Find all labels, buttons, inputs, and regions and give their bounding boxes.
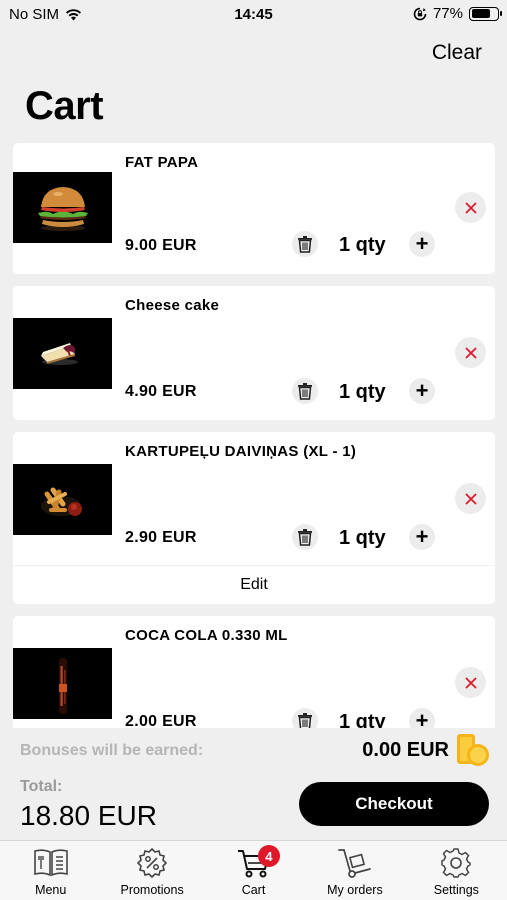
item-quantity: 1 qty <box>339 711 386 728</box>
tab-label: Menu <box>35 883 67 897</box>
cart-list[interactable]: FAT PAPA 9.00 EUR 1 qty + Cheese cake 4.… <box>0 143 507 728</box>
coins-icon <box>457 734 489 766</box>
item-quantity: 1 qty <box>339 381 386 403</box>
increase-quantity-button[interactable]: + <box>409 231 435 257</box>
increase-quantity-button[interactable]: + <box>409 524 435 550</box>
burger-photo <box>13 172 112 243</box>
trash-icon <box>298 713 312 728</box>
checkout-button[interactable]: Checkout <box>299 782 489 826</box>
increase-quantity-button[interactable]: + <box>409 708 435 728</box>
tab-label: My orders <box>327 883 383 897</box>
item-price: 4.90 EUR <box>125 383 197 400</box>
tab-cart[interactable]: 4 Cart <box>203 841 304 900</box>
item-name: Cheese cake <box>125 297 220 314</box>
delete-button[interactable] <box>292 524 318 550</box>
delete-button[interactable] <box>292 708 318 728</box>
cart-item: FAT PAPA 9.00 EUR 1 qty + <box>13 143 495 274</box>
status-right: 77% <box>413 5 502 22</box>
item-name: COCA COLA 0.330 ML <box>125 627 288 644</box>
tab-bar: Menu Promotions 4 Cart My orders Setting… <box>0 840 507 900</box>
plus-icon: + <box>415 231 429 256</box>
remove-item-button[interactable] <box>455 667 486 698</box>
total-value: 18.80 EUR <box>20 800 157 831</box>
status-bar: No SIM 14:45 77% <box>0 0 507 30</box>
close-icon <box>465 202 476 213</box>
cola-bottle-photo <box>13 648 112 719</box>
tab-label: Settings <box>433 883 479 897</box>
remove-item-button[interactable] <box>455 483 486 514</box>
edit-item-button[interactable]: Edit <box>13 565 495 603</box>
item-price: 2.90 EUR <box>125 529 197 546</box>
item-name: KARTUPEĻU DAIVIŅAS (XL - 1) <box>125 443 357 460</box>
cart-item: Cheese cake 4.90 EUR 1 qty + <box>13 286 495 420</box>
tab-label: Cart <box>241 883 266 897</box>
remove-item-button[interactable] <box>455 337 486 368</box>
delete-button[interactable] <box>292 231 318 257</box>
page-title: Cart <box>25 84 104 128</box>
battery-percent: 77% <box>432 5 463 22</box>
plus-icon: + <box>415 378 429 403</box>
plus-icon: + <box>415 524 429 549</box>
fries-photo <box>13 464 112 535</box>
trash-icon <box>298 236 312 253</box>
tab-promotions[interactable]: Promotions <box>101 841 202 900</box>
cart-item: COCA COLA 0.330 ML 2.00 EUR 1 qty + <box>13 616 495 728</box>
delete-button[interactable] <box>292 378 318 404</box>
close-icon <box>465 347 476 358</box>
percent-badge-icon <box>136 847 168 879</box>
item-price: 9.00 EUR <box>125 237 197 254</box>
trash-icon <box>298 383 312 400</box>
total-label: Total: <box>20 778 63 795</box>
item-name: FAT PAPA <box>125 154 199 171</box>
order-summary: Bonuses will be earned: 0.00 EUR Total: … <box>0 728 507 840</box>
clear-button[interactable]: Clear <box>432 41 482 65</box>
bonus-value: 0.00 EUR <box>362 739 449 761</box>
item-price: 2.00 EUR <box>125 713 197 728</box>
battery-icon <box>469 6 502 21</box>
plus-icon: + <box>415 708 429 729</box>
tab-settings[interactable]: Settings <box>406 841 507 900</box>
tab-menu[interactable]: Menu <box>0 841 101 900</box>
increase-quantity-button[interactable]: + <box>409 378 435 404</box>
item-quantity: 1 qty <box>339 527 386 549</box>
hand-truck-icon <box>338 849 371 878</box>
trash-icon <box>298 529 312 546</box>
cheesecake-photo <box>13 318 112 389</box>
bonus-label: Bonuses will be earned: <box>20 742 204 759</box>
close-icon <box>465 493 476 504</box>
cart-item: KARTUPEĻU DAIVIŅAS (XL - 1) 2.90 EUR 1 q… <box>13 432 495 604</box>
cart-count-badge: 4 <box>257 845 280 867</box>
rotation-lock-icon <box>413 7 427 20</box>
close-icon <box>465 677 476 688</box>
menu-book-icon <box>33 849 68 877</box>
tab-my-orders[interactable]: My orders <box>304 841 405 900</box>
tab-label: Promotions <box>120 883 184 897</box>
item-quantity: 1 qty <box>339 234 386 256</box>
gear-icon <box>441 848 472 878</box>
remove-item-button[interactable] <box>455 192 486 223</box>
